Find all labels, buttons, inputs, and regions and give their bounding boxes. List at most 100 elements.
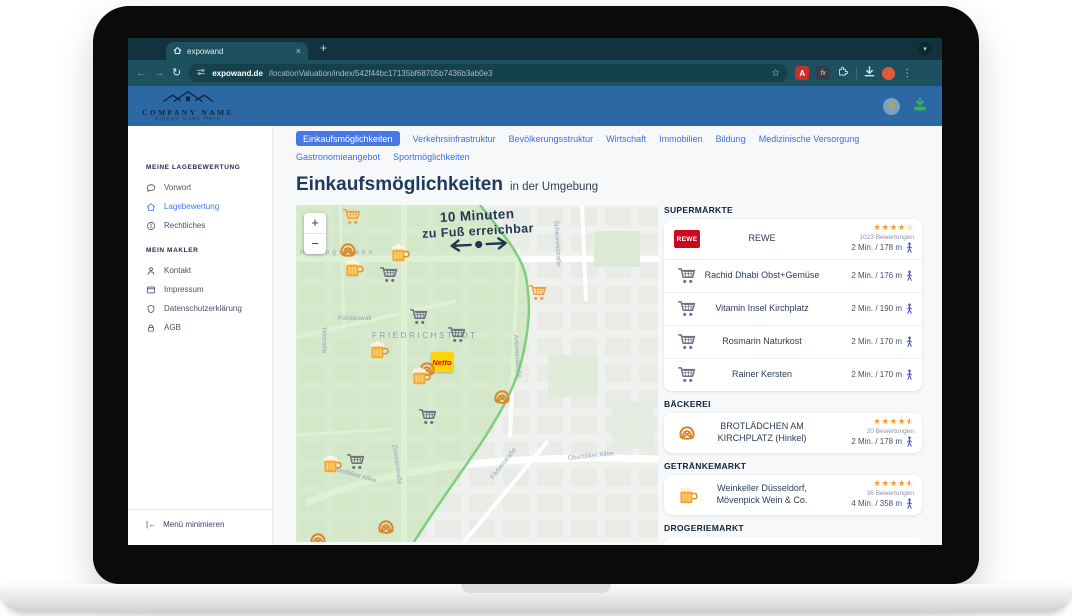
sidebar-item-impressum[interactable]: Impressum — [146, 280, 272, 299]
browser-tab-expowand[interactable]: expowand × — [166, 42, 308, 60]
poi-card: Weinkeller Düsseldorf, Mövenpick Wein & … — [664, 475, 922, 515]
window-icon — [146, 285, 156, 295]
bookmark-star-icon[interactable]: ☆ — [771, 68, 780, 79]
rating-stars: ★★★★☆ — [873, 223, 914, 232]
poi-name: Rainer Kersten — [702, 369, 822, 381]
back-button[interactable]: ← — [136, 68, 147, 79]
poi-name: Weinkeller Düsseldorf, Mövenpick Wein & … — [702, 483, 822, 506]
theme-toggle-button[interactable] — [883, 98, 900, 115]
poi-name: Vitamin Insel Kirchplatz — [702, 303, 822, 315]
poi-row-rewe[interactable]: REWEREWE★★★★☆1023 Bewertungen2 Min. / 17… — [664, 219, 922, 260]
cart-icon — [672, 365, 702, 385]
map-marker-cart-icon[interactable] — [527, 282, 549, 304]
laptop-base-notch — [461, 584, 611, 593]
fx-extension-icon[interactable]: fx — [816, 66, 830, 80]
downloads-icon[interactable] — [864, 64, 875, 82]
nav-tab-bildung[interactable]: Bildung — [716, 134, 746, 144]
poi-row-weinkeller-d-sseldorf-m-venpick-wein-co[interactable]: Weinkeller Düsseldorf, Mövenpick Wein & … — [664, 475, 922, 515]
sidebar-item-label: Datenschutzerklärung — [164, 304, 242, 313]
map-marker-cart-icon[interactable] — [446, 324, 468, 346]
distance-value: 2 Min. / 170 m — [851, 336, 914, 349]
map-marker-pretzel-icon[interactable] — [307, 529, 329, 542]
download-report-button[interactable] — [912, 96, 928, 117]
map-marker-cart-icon[interactable] — [417, 406, 439, 428]
sidebar-item-lagebewertung[interactable]: Lagebewertung — [146, 197, 272, 216]
shield-icon — [146, 304, 156, 314]
poi-row-vitamin-insel-kirchplatz[interactable]: Vitamin Insel Kirchplatz2 Min. / 190 m — [664, 293, 922, 326]
address-bar[interactable]: expowand.de /locationValuation/index/542… — [188, 64, 788, 82]
sidebar: MEINE LAGEBEWERTUNGVorwortLagebewertungR… — [128, 126, 273, 545]
laptop-mockup: expowand × + ▾ ← → ↻ expowand.de /locati… — [0, 0, 1072, 616]
map-marker-cart-icon[interactable] — [341, 206, 363, 228]
company-logo[interactable]: COMPANY NAME Slogan Goes Here — [142, 89, 234, 123]
nav-tab-wirtschaft[interactable]: Wirtschaft — [606, 134, 646, 144]
map-marker-beer-icon[interactable] — [409, 365, 431, 387]
review-count: 36 Bewertungen — [867, 490, 914, 497]
map-zoom-in-button[interactable]: + — [304, 213, 326, 233]
poi-row-brotl-dchen-am-kirchplatz-hinkel[interactable]: BROTLÄDCHEN AM KIRCHPLATZ (Hinkel) ★★★★★☆… — [664, 413, 922, 453]
map-marker-beer-icon[interactable] — [320, 453, 342, 475]
poi-name: BROTLÄDCHEN AM KIRCHPLATZ (Hinkel) — [702, 421, 822, 444]
extensions-puzzle-icon[interactable] — [837, 64, 849, 82]
info-icon — [146, 221, 156, 231]
map-marker-pretzel-icon[interactable] — [375, 516, 397, 538]
rewe-logo: REWE — [674, 230, 700, 248]
review-count: 20 Bewertungen — [867, 428, 914, 435]
house-icon — [146, 202, 156, 212]
nav-tab-einkaufsm-glichkeiten[interactable]: Einkaufsmöglichkeiten — [296, 131, 400, 146]
profile-avatar[interactable] — [882, 67, 895, 80]
map-zoom-out-button[interactable]: − — [304, 233, 326, 254]
map-marker-pretzel-icon[interactable] — [491, 386, 513, 408]
poi-row-dm-drogerie-markt[interactable]: dm-drogerie markt5 Min. / 452 m — [664, 537, 922, 545]
nav-tab-medizinische-versorgung[interactable]: Medizinische Versorgung — [759, 134, 860, 144]
browser-toolbar: ← → ↻ expowand.de /locationValuation/ind… — [128, 60, 942, 86]
sidebar-minimize-button[interactable]: |← Menü minimieren — [128, 509, 272, 545]
url-path: /locationValuation/index/542f44bc17135bf… — [269, 69, 493, 78]
tab-search-button[interactable]: ▾ — [918, 42, 932, 56]
nav-tab-immobilien[interactable]: Immobilien — [659, 134, 703, 144]
nav-tab-sportm-glichkeiten[interactable]: Sportmöglichkeiten — [393, 152, 470, 162]
sidebar-item-vorwort[interactable]: Vorwort — [146, 178, 272, 197]
laptop-screen-bezel: expowand × + ▾ ← → ↻ expowand.de /locati… — [93, 6, 979, 584]
forward-button[interactable]: → — [154, 68, 165, 79]
street-label-f-rstenwall: Fürstenwall — [338, 315, 371, 322]
sidebar-item-agb[interactable]: AGB — [146, 318, 272, 337]
sidebar-item-datenschutzerkl-rung[interactable]: Datenschutzerklärung — [146, 299, 272, 318]
rating-stars: ★★★★★☆ — [873, 417, 914, 426]
nav-tab-verkehrsinfrastruktur[interactable]: Verkehrsinfrastruktur — [413, 134, 496, 144]
cart-icon — [672, 332, 702, 352]
browser-menu-icon[interactable]: ⋮ — [902, 68, 912, 79]
reach-arrows-icon — [446, 236, 511, 252]
browser-window: expowand × + ▾ ← → ↻ expowand.de /locati… — [128, 38, 942, 545]
walking-person-icon — [905, 498, 914, 511]
nav-tab-bev-lkerungsstruktur[interactable]: Bevölkerungsstruktur — [509, 134, 594, 144]
app-header: COMPANY NAME Slogan Goes Here — [128, 86, 942, 126]
map-marker-cart-icon[interactable] — [408, 306, 430, 328]
map-zoom-control: + − — [304, 213, 326, 254]
pdf-extension-icon[interactable]: A — [795, 66, 809, 80]
new-tab-button[interactable]: + — [320, 41, 327, 55]
toothbrush-icon — [672, 544, 702, 545]
sidebar-item-rechtliches[interactable]: Rechtliches — [146, 216, 272, 235]
map-marker-cart-icon[interactable] — [345, 451, 367, 473]
site-settings-icon[interactable] — [196, 64, 206, 82]
cart-icon — [672, 299, 702, 319]
poi-section-title: SUPERMÄRKTE — [664, 205, 922, 215]
poi-name: REWE — [702, 233, 822, 245]
sidebar-item-label: Vorwort — [164, 183, 191, 192]
map-marker-beer-icon[interactable] — [342, 257, 364, 279]
map-marker-cart-icon[interactable] — [378, 264, 400, 286]
sidebar-item-kontakt[interactable]: Kontakt — [146, 261, 272, 280]
nav-tab-gastronomieangebot[interactable]: Gastronomieangebot — [296, 152, 380, 162]
tab-close-icon[interactable]: × — [296, 47, 301, 56]
neighborhood-map[interactable]: + − 10 Minuten zu Fuß erreichbar — [296, 205, 658, 542]
poi-row-rosmarin-naturkost[interactable]: Rosmarin Naturkost2 Min. / 170 m — [664, 326, 922, 359]
map-marker-beer-icon[interactable] — [367, 339, 389, 361]
poi-row-rainer-kersten[interactable]: Rainer Kersten 2 Min. / 170 m — [664, 359, 922, 391]
poi-row-rachid-dhabi-obst-gem-se[interactable]: Rachid Dhabi Obst+Gemüse2 Min. / 176 m — [664, 260, 922, 293]
walking-person-icon — [905, 303, 914, 316]
walking-person-icon — [905, 270, 914, 283]
poi-card: dm-drogerie markt5 Min. / 452 m — [664, 537, 922, 545]
distance-value: 2 Min. / 170 m — [851, 369, 914, 382]
reload-button[interactable]: ↻ — [172, 68, 181, 79]
